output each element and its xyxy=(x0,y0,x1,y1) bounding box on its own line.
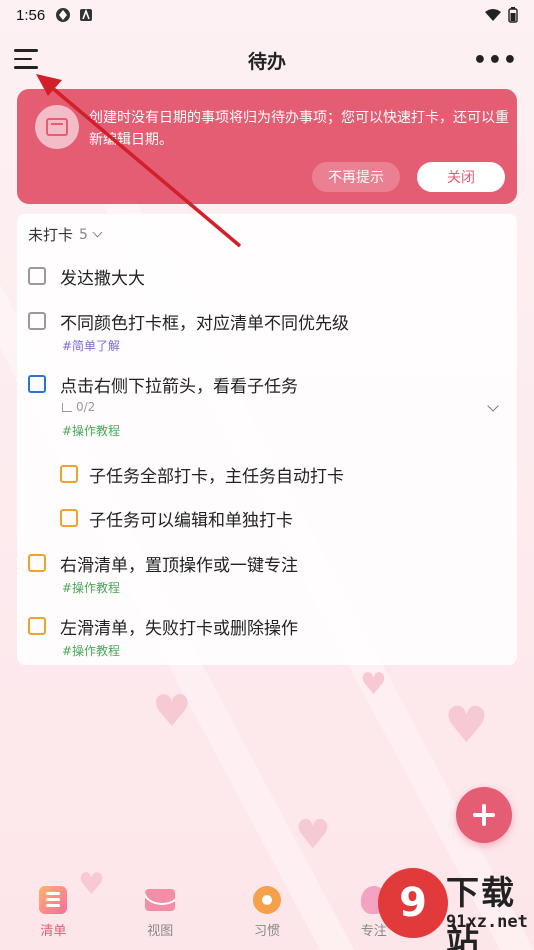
task-title: 不同颜色打卡框，对应清单不同优先级 xyxy=(60,314,349,334)
subtask-icon xyxy=(62,402,72,412)
subtask-checkbox[interactable] xyxy=(60,509,78,527)
app-notification-icon xyxy=(56,8,71,22)
status-time: 1:56 xyxy=(16,6,46,24)
donut-icon xyxy=(250,884,284,916)
task-title: 点击右侧下拉箭头，看看子任务 xyxy=(60,377,298,397)
task-tag[interactable]: #操作教程 xyxy=(62,422,120,439)
subtask-count: 0/2 xyxy=(62,400,95,414)
status-system-icons xyxy=(484,7,518,23)
task-checkbox[interactable] xyxy=(28,312,46,330)
close-banner-button[interactable]: 关闭 xyxy=(417,162,505,192)
expand-subtasks-icon[interactable] xyxy=(487,400,499,412)
background-heart-icon: ♥ xyxy=(152,686,192,737)
envelope-icon xyxy=(143,884,177,916)
task-tag[interactable]: #简单了解 xyxy=(62,337,120,354)
watermark-url: 91xz.net xyxy=(446,912,528,932)
watermark-logo: 9 xyxy=(378,868,448,938)
dont-show-again-button[interactable]: 不再提示 xyxy=(312,162,400,192)
background-heart-icon: ♥ xyxy=(295,812,331,858)
nav-item-view[interactable]: 视图 xyxy=(107,872,214,950)
subtask-count-text: 0/2 xyxy=(76,400,96,414)
background-heart-icon: ♥ xyxy=(444,696,489,754)
subtask-title: 子任务全部打卡，主任务自动打卡 xyxy=(89,467,344,487)
page-title: 待办 xyxy=(247,51,286,73)
task-tag[interactable]: #操作教程 xyxy=(62,642,120,659)
group-label: 未打卡 xyxy=(28,226,74,244)
inbox-icon xyxy=(35,105,79,149)
task-title: 左滑清单，失败打卡或删除操作 xyxy=(60,619,298,639)
status-notification-icons xyxy=(55,7,93,23)
background-heart-icon: ♥ xyxy=(360,667,387,702)
chevron-down-icon xyxy=(92,227,103,238)
status-bar: 1:56 xyxy=(0,0,534,30)
task-checkbox[interactable] xyxy=(28,267,46,285)
nav-label: 习惯 xyxy=(253,924,280,939)
task-checkbox[interactable] xyxy=(28,375,46,393)
nav-item-habit[interactable]: 习惯 xyxy=(214,872,321,950)
group-header-unchecked[interactable]: 未打卡 5 xyxy=(28,224,103,245)
nav-item-list[interactable]: 清单 xyxy=(0,872,107,950)
task-checkbox[interactable] xyxy=(28,554,46,572)
subtask-title: 子任务可以编辑和单独打卡 xyxy=(89,511,293,531)
watermark-title: 下载站 xyxy=(446,873,516,950)
add-task-button[interactable] xyxy=(456,787,512,843)
group-count: 5 xyxy=(79,226,88,243)
task-title: 发达撒大大 xyxy=(60,269,145,289)
battery-icon xyxy=(508,7,518,23)
app-bar: 待办 ••• xyxy=(0,38,534,80)
more-options-icon[interactable]: ••• xyxy=(473,48,518,73)
task-title: 右滑清单，置顶操作或一键专注 xyxy=(60,556,298,576)
tip-banner: 创建时没有日期的事项将归为待办事项；您可以快速打卡，还可以重新编辑日期。 不再提… xyxy=(17,89,517,204)
task-tag[interactable]: #操作教程 xyxy=(62,579,120,596)
site-watermark: 9 下载站 91xz.net xyxy=(378,860,528,950)
task-checkbox[interactable] xyxy=(28,617,46,635)
banner-message: 创建时没有日期的事项将归为待办事项；您可以快速打卡，还可以重新编辑日期。 xyxy=(89,110,509,148)
a-notification-icon xyxy=(80,8,93,21)
nav-label: 清单 xyxy=(40,924,67,939)
list-icon xyxy=(36,884,70,916)
task-list: 未打卡 5 发达撒大大 不同颜色打卡框，对应清单不同优先级 #简单了解 点击右侧… xyxy=(17,214,517,665)
subtask-checkbox[interactable] xyxy=(60,465,78,483)
wifi-icon xyxy=(485,9,501,21)
nav-label: 视图 xyxy=(147,924,174,939)
